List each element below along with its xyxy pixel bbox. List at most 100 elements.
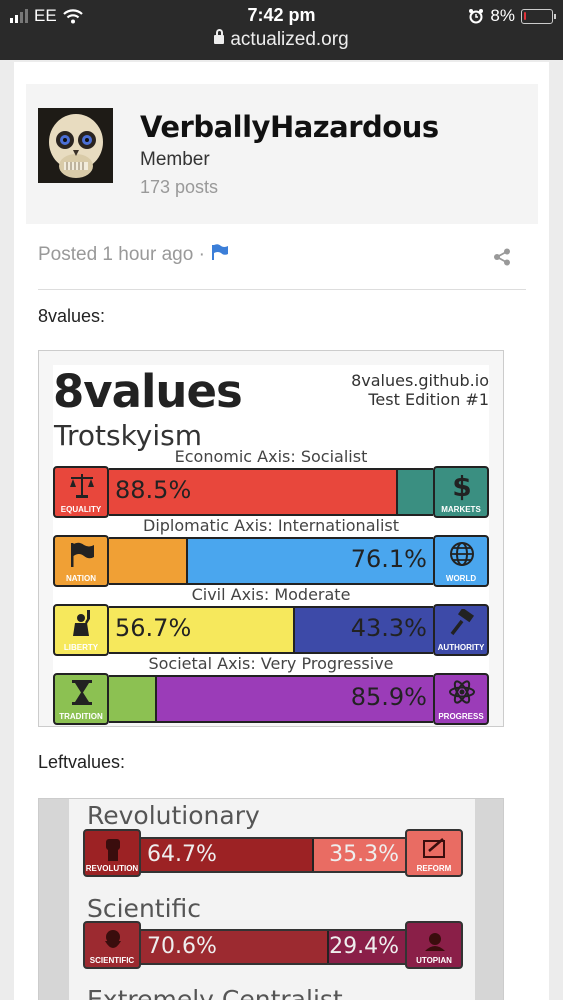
lock-icon	[214, 29, 225, 44]
economic-axis: Economic Axis: Socialist EQUALITY 88.5%	[53, 447, 489, 518]
statue-of-liberty-icon	[73, 610, 91, 636]
revolution-label: REVOLUTION	[85, 864, 139, 873]
scientific-icon-box: SCIENTIFIC	[83, 921, 141, 969]
globe-icon	[450, 542, 474, 566]
browser-top-bar: EE 7:42 pm 8% actualized.org	[0, 0, 563, 60]
address-bar[interactable]: actualized.org	[0, 29, 563, 51]
battery-level	[524, 11, 526, 20]
eightvalues-site: 8values.github.io	[351, 371, 489, 390]
diplomatic-bar: 76.1%	[109, 537, 433, 585]
lv-axis-title: Scientific	[87, 894, 202, 923]
civil-bar: 56.7% 43.3%	[109, 606, 433, 654]
economic-bar: 88.5%	[109, 468, 433, 516]
world-icon-box: WORLD	[433, 535, 489, 587]
skull-icon	[38, 108, 113, 183]
reform-segment: 35.3%	[311, 839, 405, 871]
utopian-icon-box: UTOPIAN	[405, 921, 463, 969]
scientific-label: SCIENTIFIC	[89, 956, 135, 965]
authority-label: AUTHORITY	[437, 643, 485, 652]
username[interactable]: VerballyHazardous	[140, 110, 439, 144]
world-percent: 76.1%	[350, 545, 427, 573]
equality-label: EQUALITY	[60, 505, 102, 514]
marx-portrait-icon	[105, 930, 121, 948]
world-label: WORLD	[445, 574, 477, 583]
share-icon[interactable]	[493, 248, 511, 271]
report-flag-icon[interactable]	[211, 244, 229, 266]
member-role: Member	[140, 149, 210, 170]
authority-percent: 43.3%	[350, 614, 427, 642]
atom-icon	[449, 680, 475, 704]
scientific-axis: SCIENTIFIC 70.6% 29.4% UTOPIAN	[83, 921, 463, 969]
progress-percent: 85.9%	[350, 683, 427, 711]
reform-percent: 35.3%	[329, 842, 399, 867]
lv-axis-title: Revolutionary	[87, 801, 260, 830]
markets-label: MARKETS	[441, 505, 481, 514]
liberty-segment: 56.7%	[109, 608, 293, 652]
revolution-percent: 64.7%	[147, 842, 217, 867]
gavel-icon	[450, 609, 475, 636]
equality-segment: 88.5%	[109, 470, 396, 514]
svg-text:$: $	[452, 471, 471, 501]
scientific-percent: 70.6%	[147, 934, 217, 959]
scientific-bar: 70.6% 29.4%	[141, 929, 405, 965]
tradition-segment	[109, 677, 155, 721]
progress-segment: 85.9%	[154, 677, 433, 721]
civil-axis: Civil Axis: Moderate LIBERTY 56.7% 43.3%…	[53, 585, 489, 656]
revolution-icon-box: REVOLUTION	[83, 829, 141, 877]
post-count: 173 posts	[140, 177, 219, 197]
liberty-label: LIBERTY	[63, 643, 99, 652]
diplomatic-axis: Diplomatic Axis: Internationalist NATION…	[53, 516, 489, 587]
axis-title: Civil Axis: Moderate	[191, 585, 351, 604]
scientific-segment: 70.6%	[141, 931, 328, 963]
revolution-segment: 64.7%	[141, 839, 312, 871]
axis-title: Societal Axis: Very Progressive	[148, 654, 394, 673]
utopia-icon	[425, 933, 445, 951]
label-leftvalues: Leftvalues:	[38, 752, 126, 772]
tradition-icon-box: TRADITION	[53, 673, 109, 725]
societal-bar: 85.9%	[109, 675, 433, 723]
utopian-percent: 29.4%	[329, 934, 399, 959]
authority-icon-box: AUTHORITY	[433, 604, 489, 656]
url-text: actualized.org	[230, 29, 349, 50]
eightvalues-result-image: 8values Trotskyism 8values.github.io Tes…	[38, 350, 504, 727]
hourglass-icon	[72, 680, 92, 705]
reform-label: REFORM	[416, 864, 452, 873]
liberty-icon-box: LIBERTY	[53, 604, 109, 656]
progress-label: PROGRESS	[438, 712, 484, 721]
eightvalues-title: 8values	[53, 365, 243, 418]
revolutionary-axis: REVOLUTION 64.7% 35.3% REFORM	[83, 829, 463, 877]
nation-icon-box: NATION	[53, 535, 109, 587]
lv-axis-title-partial: Extremely Centralist	[87, 985, 343, 1000]
author-profile-card: VerballyHazardous Member 173 posts	[26, 84, 538, 224]
scales-icon	[70, 474, 94, 498]
eightvalues-site-info: 8values.github.io Test Edition #1	[351, 371, 489, 409]
leftvalues-result-panel: Revolutionary REVOLUTION 64.7% 35.3% REF…	[69, 799, 475, 1000]
posted-time[interactable]: Posted 1 hour ago ·	[38, 244, 205, 266]
eightvalues-result-panel: 8values Trotskyism 8values.github.io Tes…	[53, 365, 489, 725]
axis-title: Diplomatic Axis: Internationalist	[143, 516, 399, 535]
nation-segment	[109, 539, 187, 583]
leftvalues-result-image: Revolutionary REVOLUTION 64.7% 35.3% REF…	[38, 798, 504, 1000]
revolutionary-bar: 64.7% 35.3%	[141, 837, 405, 873]
ballot-icon	[423, 838, 445, 858]
markets-icon-box: $ MARKETS	[433, 466, 489, 518]
label-8values: 8values:	[38, 306, 106, 326]
divider	[38, 289, 526, 290]
nation-label: NATION	[65, 574, 97, 583]
dollar-icon: $	[452, 471, 471, 501]
societal-axis: Societal Axis: Very Progressive TRADITIO…	[53, 654, 489, 725]
avatar[interactable]	[38, 108, 113, 183]
equality-percent: 88.5%	[115, 476, 192, 504]
utopian-segment: 29.4%	[327, 931, 405, 963]
status-right: 8%	[468, 6, 556, 26]
markets-segment	[395, 470, 433, 514]
fist-icon	[106, 839, 120, 861]
eightvalues-edition: Test Edition #1	[368, 390, 489, 409]
battery-icon	[521, 8, 556, 24]
tradition-label: TRADITION	[59, 712, 103, 721]
equality-icon-box: EQUALITY	[53, 466, 109, 518]
authority-segment: 43.3%	[292, 608, 433, 652]
page-content: VerballyHazardous Member 173 posts Poste…	[14, 62, 549, 1000]
axis-title: Economic Axis: Socialist	[174, 447, 368, 466]
utopian-label: UTOPIAN	[416, 956, 452, 965]
